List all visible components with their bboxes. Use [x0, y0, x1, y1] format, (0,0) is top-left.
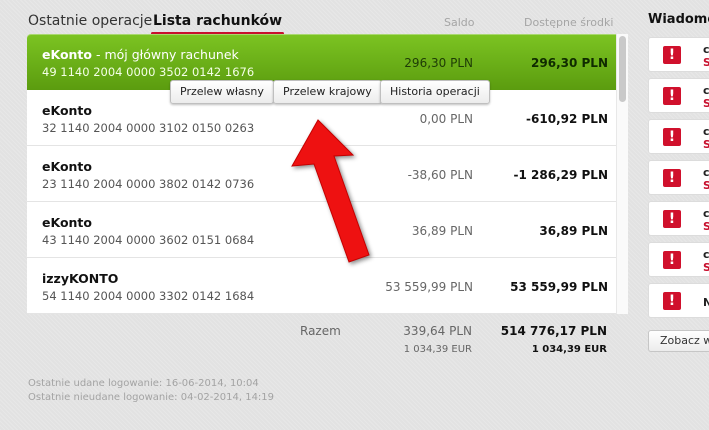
message-subject: S [703, 179, 709, 192]
account-available: -1 286,29 PLN [513, 168, 608, 182]
accounts-list: eKonto - mój główny rachunek 49 1140 200… [27, 34, 628, 314]
alert-icon: ! [663, 210, 681, 228]
message-sender: c [703, 166, 709, 179]
message-item[interactable]: ! c S [648, 160, 709, 195]
message-sender: c [703, 84, 709, 97]
message-subject: S [703, 56, 709, 69]
operation-history-button[interactable]: Historia operacji [380, 80, 490, 104]
account-saldo: 0,00 PLN [419, 112, 473, 126]
message-subject: S [703, 220, 709, 233]
account-name: izzyKONTO [42, 271, 119, 286]
account-number: 54 1140 2004 0000 3302 0142 1684 [42, 289, 255, 303]
domestic-transfer-button[interactable]: Przelew krajowy [273, 80, 382, 104]
alert-icon: ! [663, 128, 681, 146]
alert-icon: ! [663, 251, 681, 269]
total-saldo-pln: 339,64 PLN [403, 324, 472, 338]
account-available: 36,89 PLN [539, 224, 608, 238]
account-available: 296,30 PLN [531, 56, 608, 70]
account-available: -610,92 PLN [526, 112, 608, 126]
message-item[interactable]: ! c S [648, 242, 709, 277]
total-label: Razem [300, 324, 341, 338]
account-name-text: eKonto [42, 47, 92, 62]
tab-accounts-list[interactable]: Lista rachunków [151, 13, 285, 35]
messages-title: Wiadomo [648, 12, 709, 27]
message-subject: S [703, 97, 709, 110]
column-header-available: Dostępne środki [524, 16, 614, 29]
account-name: eKonto [42, 159, 92, 174]
message-sender: c [703, 207, 709, 220]
account-row[interactable]: eKonto 23 1140 2004 0000 3802 0142 0736 … [27, 146, 628, 202]
account-number: 23 1140 2004 0000 3802 0142 0736 [42, 177, 255, 191]
message-item[interactable]: ! c S [648, 78, 709, 113]
account-name: eKonto [42, 103, 92, 118]
account-row[interactable]: eKonto 43 1140 2004 0000 3602 0151 0684 … [27, 202, 628, 258]
message-subject: S [703, 261, 709, 274]
tab-accounts-list-label: Lista rachunków [153, 13, 283, 29]
message-item[interactable]: ! c S [648, 201, 709, 236]
message-sender: c [703, 43, 709, 56]
alert-icon: ! [663, 169, 681, 187]
account-row[interactable]: izzyKONTO 54 1140 2004 0000 3302 0142 16… [27, 258, 628, 314]
total-available-pln: 514 776,17 PLN [500, 324, 607, 338]
account-number: 43 1140 2004 0000 3602 0151 0684 [42, 233, 255, 247]
account-name: eKonto - mój główny rachunek [42, 47, 239, 62]
account-saldo: 296,30 PLN [404, 56, 473, 70]
total-saldo-eur: 1 034,39 EUR [403, 344, 472, 355]
message-item[interactable]: ! c S [648, 37, 709, 72]
alert-icon: ! [663, 46, 681, 64]
message-sender: N [703, 296, 709, 309]
own-transfer-button[interactable]: Przelew własny [170, 80, 274, 104]
tab-recent-operations[interactable]: Ostatnie operacje [28, 13, 152, 29]
last-failed-login: Ostatnie nieudane logowanie: 04-02-2014,… [28, 392, 275, 403]
message-sender: c [703, 248, 709, 261]
account-number: 32 1140 2004 0000 3102 0150 0263 [42, 121, 255, 135]
account-number: 49 1140 2004 0000 3502 0142 1676 [42, 65, 255, 79]
see-all-messages-button[interactable]: Zobacz ws [648, 330, 709, 352]
message-item[interactable]: ! N [648, 283, 709, 318]
account-saldo: -38,60 PLN [407, 168, 473, 182]
account-saldo: 36,89 PLN [411, 224, 473, 238]
account-subtitle: - mój główny rachunek [92, 47, 239, 62]
account-available: 53 559,99 PLN [510, 280, 608, 294]
total-available-eur: 1 034,39 EUR [531, 344, 607, 355]
account-name: eKonto [42, 215, 92, 230]
message-subject: S [703, 138, 709, 151]
message-item[interactable]: ! c S [648, 119, 709, 154]
last-successful-login: Ostatnie udane logowanie: 16-06-2014, 10… [28, 378, 259, 389]
column-header-saldo: Saldo [444, 16, 475, 29]
message-sender: c [703, 125, 709, 138]
account-saldo: 53 559,99 PLN [385, 280, 473, 294]
scrollbar-thumb[interactable] [619, 36, 626, 102]
alert-icon: ! [663, 87, 681, 105]
accounts-scrollbar[interactable] [616, 34, 628, 314]
alert-icon: ! [663, 292, 681, 310]
